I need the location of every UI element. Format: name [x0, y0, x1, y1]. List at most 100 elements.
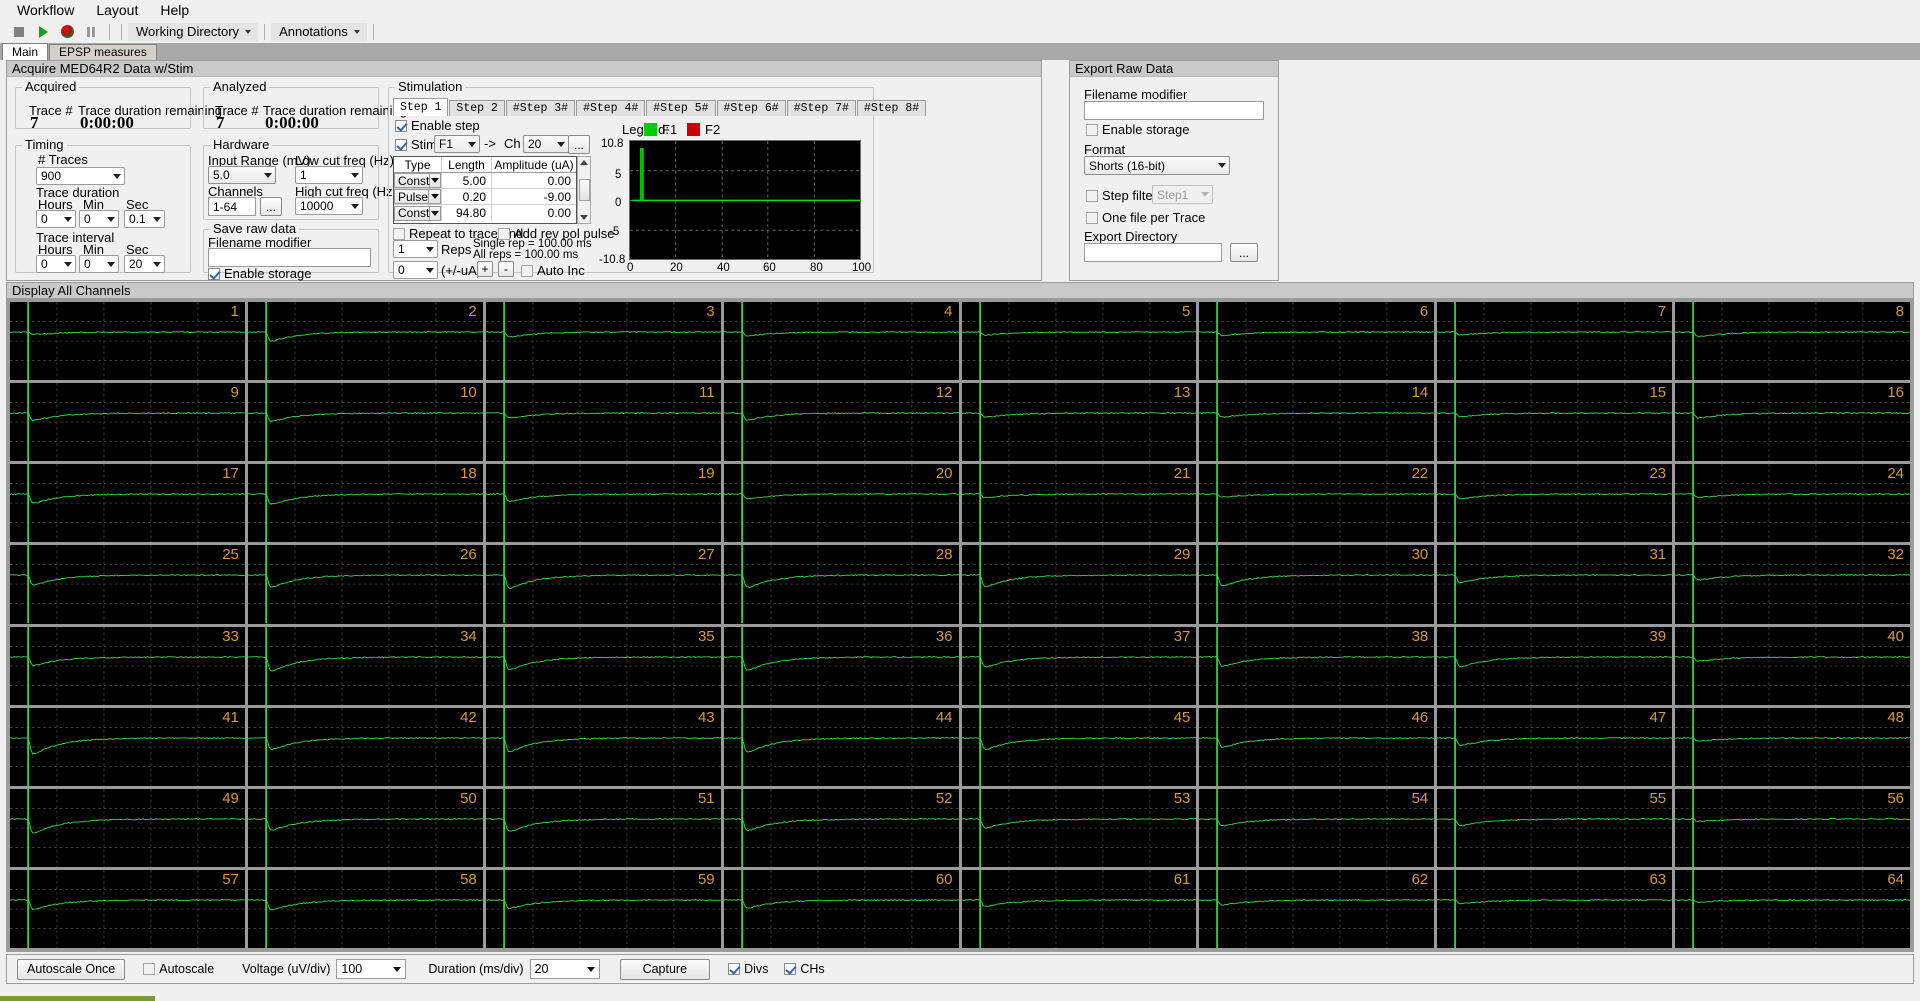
channel-cell[interactable]: 37	[961, 626, 1197, 705]
channel-cell[interactable]: 4	[723, 302, 959, 381]
voltage-combo[interactable]: 100	[336, 959, 407, 979]
channel-cell[interactable]: 36	[723, 626, 959, 705]
annotations-dropdown[interactable]: Annotations	[271, 22, 367, 41]
step-filter-checkbox[interactable]: Step filter	[1086, 188, 1157, 203]
high-cut-combo[interactable]: 10000	[295, 197, 363, 215]
channel-cell[interactable]: 23	[1437, 464, 1673, 543]
one-file-per-trace-checkbox[interactable]: One file per Trace	[1086, 210, 1205, 225]
channel-cell[interactable]: 12	[723, 383, 959, 462]
ch-combo[interactable]: 20	[523, 135, 569, 153]
table-row[interactable]: Const 94.80 0.00	[394, 205, 576, 221]
channel-cell[interactable]: 10	[247, 383, 483, 462]
channel-cell[interactable]: 43	[485, 707, 721, 786]
export-enable-storage-checkbox[interactable]: Enable storage	[1086, 122, 1189, 137]
channel-cell[interactable]: 1	[10, 302, 245, 381]
channel-cell[interactable]: 5	[961, 302, 1197, 381]
channel-cell[interactable]: 3	[485, 302, 721, 381]
autoscale-checkbox[interactable]: Autoscale	[143, 962, 214, 976]
enable-step-checkbox[interactable]: Enable step	[395, 118, 480, 133]
step-tab-4[interactable]: #Step 4#	[576, 100, 646, 116]
channel-cell[interactable]: 46	[1199, 707, 1435, 786]
channel-cell[interactable]: 2	[247, 302, 483, 381]
step-tab-3[interactable]: #Step 3#	[505, 100, 576, 116]
channel-cell[interactable]: 42	[247, 707, 483, 786]
stim-checkbox[interactable]: Stim	[395, 137, 437, 152]
cell-type[interactable]: Const	[394, 173, 442, 188]
channel-cell[interactable]: 41	[10, 707, 245, 786]
channel-cell[interactable]: 9	[10, 383, 245, 462]
cell-type[interactable]: Pulse	[394, 189, 442, 204]
cell-length[interactable]: 5.00	[442, 173, 492, 188]
channel-cell[interactable]: 24	[1675, 464, 1910, 543]
step-tab-6[interactable]: #Step 6#	[716, 100, 786, 116]
chs-checkbox[interactable]: CHs	[784, 962, 825, 976]
channel-cell[interactable]: 51	[485, 788, 721, 867]
channel-cell[interactable]: 26	[247, 545, 483, 624]
channel-cell[interactable]: 22	[1199, 464, 1435, 543]
channel-cell[interactable]: 35	[485, 626, 721, 705]
cell-type[interactable]: Const	[394, 205, 442, 221]
interval-min-combo[interactable]: 0	[79, 255, 119, 273]
channel-cell[interactable]: 44	[723, 707, 959, 786]
menu-item-layout[interactable]: Layout	[85, 1, 149, 20]
channel-cell[interactable]: 31	[1437, 545, 1673, 624]
duration-sec-combo[interactable]: 0.1	[124, 210, 165, 228]
table-row[interactable]: Const 5.00 0.00	[394, 173, 576, 189]
export-filename-input[interactable]	[1084, 101, 1264, 120]
working-directory-dropdown[interactable]: Working Directory	[128, 22, 259, 41]
channel-cell[interactable]: 8	[1675, 302, 1910, 381]
channel-cell[interactable]: 29	[961, 545, 1197, 624]
ntraces-combo[interactable]: 900	[36, 167, 125, 185]
record-icon[interactable]	[56, 23, 78, 41]
low-cut-combo[interactable]: 1	[295, 166, 363, 184]
channel-cell[interactable]: 64	[1675, 869, 1910, 948]
channel-cell[interactable]: 21	[961, 464, 1197, 543]
channel-cell[interactable]: 14	[1199, 383, 1435, 462]
channel-cell[interactable]: 52	[723, 788, 959, 867]
channel-cell[interactable]: 34	[247, 626, 483, 705]
tab-epsp-measures[interactable]: EPSP measures	[49, 44, 157, 60]
channel-cell[interactable]: 47	[1437, 707, 1673, 786]
tab-main[interactable]: Main	[2, 43, 49, 60]
scroll-up-icon[interactable]	[578, 157, 590, 168]
pause-icon[interactable]	[80, 23, 102, 41]
cell-amplitude[interactable]: 0.00	[492, 205, 576, 221]
channel-cell[interactable]: 32	[1675, 545, 1910, 624]
menu-item-workflow[interactable]: Workflow	[6, 1, 85, 20]
channel-cell[interactable]: 54	[1199, 788, 1435, 867]
channel-cell[interactable]: 20	[723, 464, 959, 543]
channel-cell[interactable]: 13	[961, 383, 1197, 462]
ua-minus-button[interactable]: -	[498, 261, 514, 277]
chevron-down-icon[interactable]	[430, 173, 441, 188]
channel-cell[interactable]: 45	[961, 707, 1197, 786]
channel-cell[interactable]: 62	[1199, 869, 1435, 948]
autoscale-once-button[interactable]: Autoscale Once	[17, 958, 126, 980]
channel-cell[interactable]: 19	[485, 464, 721, 543]
channel-cell[interactable]: 40	[1675, 626, 1910, 705]
auto-inc-checkbox[interactable]: Auto Inc	[521, 263, 585, 278]
step-tab-1[interactable]: Step 1	[393, 98, 449, 116]
channel-cell[interactable]: 48	[1675, 707, 1910, 786]
channel-cell[interactable]: 11	[485, 383, 721, 462]
chevron-down-icon[interactable]	[430, 205, 441, 221]
step-tab-5[interactable]: #Step 5#	[646, 100, 716, 116]
input-range-combo[interactable]: 5.0	[208, 166, 276, 184]
channel-cell[interactable]: 61	[961, 869, 1197, 948]
channel-cell[interactable]: 58	[247, 869, 483, 948]
step-tab-8[interactable]: #Step 8#	[856, 100, 927, 116]
step-tab-2[interactable]: Step 2	[449, 100, 505, 116]
capture-button[interactable]: Capture	[619, 958, 711, 980]
duration-combo[interactable]: 20	[529, 959, 600, 979]
cell-amplitude[interactable]: 0.00	[492, 173, 576, 188]
pulse-table-scrollbar[interactable]	[577, 156, 591, 224]
divs-checkbox[interactable]: Divs	[728, 962, 768, 976]
channel-cell[interactable]: 27	[485, 545, 721, 624]
chevron-down-icon[interactable]	[429, 189, 441, 204]
channel-cell[interactable]: 63	[1437, 869, 1673, 948]
export-format-combo[interactable]: Shorts (16-bit)	[1084, 156, 1230, 175]
ua-combo[interactable]: 0	[393, 261, 438, 279]
stop-icon[interactable]	[8, 23, 30, 41]
channel-cell[interactable]: 49	[10, 788, 245, 867]
channels-browse-button[interactable]: ...	[260, 197, 282, 216]
duration-hours-combo[interactable]: 0	[36, 210, 76, 228]
